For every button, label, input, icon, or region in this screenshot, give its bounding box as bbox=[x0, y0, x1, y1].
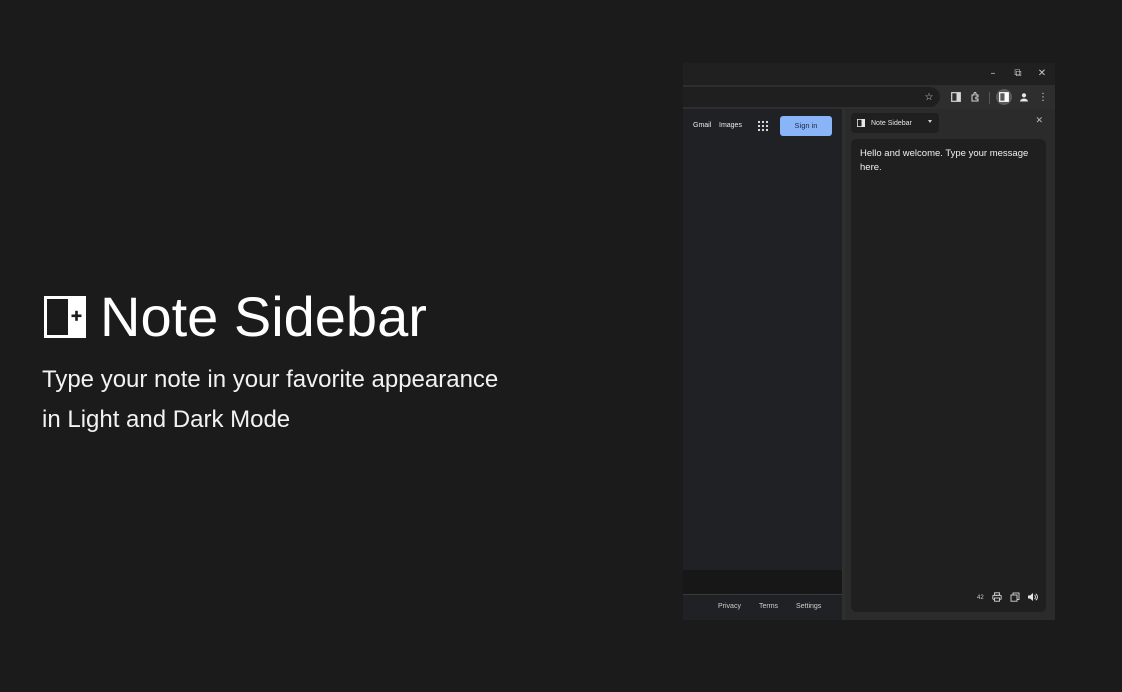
privacy-link[interactable]: Privacy bbox=[718, 603, 741, 610]
hero-subtitle: Type your note in your favorite appearan… bbox=[42, 360, 498, 440]
web-content: Gmail Images Sign in Privacy Terms Setti… bbox=[683, 109, 842, 620]
close-panel-icon[interactable]: ✕ bbox=[1035, 116, 1043, 126]
hero-title-text: Note Sidebar bbox=[100, 285, 427, 348]
speaker-icon[interactable] bbox=[1026, 591, 1038, 603]
apps-grid-icon[interactable] bbox=[757, 120, 769, 132]
title-bar: – ⧉ ✕ bbox=[683, 63, 1055, 85]
images-link[interactable]: Images bbox=[719, 122, 742, 129]
sign-in-button[interactable]: Sign in bbox=[780, 116, 832, 136]
hero-title: Note Sidebar bbox=[44, 286, 427, 348]
chevron-down-icon bbox=[928, 120, 932, 123]
terms-link[interactable]: Terms bbox=[759, 603, 778, 610]
character-count: 42 bbox=[977, 595, 984, 601]
restore-icon[interactable]: ⧉ bbox=[1010, 66, 1026, 82]
note-text[interactable]: Hello and welcome. Type your message her… bbox=[860, 147, 1040, 175]
footer-links-bar: Privacy Terms Settings bbox=[683, 594, 842, 620]
page-body bbox=[683, 145, 842, 570]
side-panel-active-icon[interactable] bbox=[996, 89, 1012, 105]
gmail-link[interactable]: Gmail bbox=[693, 122, 711, 129]
side-panel-selector[interactable]: Note Sidebar bbox=[851, 113, 939, 133]
copy-icon[interactable] bbox=[1009, 591, 1021, 603]
note-sidebar-logo-icon bbox=[44, 296, 86, 338]
side-panel-scrollbar[interactable] bbox=[1050, 139, 1053, 612]
hero-subtitle-line-2: in Light and Dark Mode bbox=[42, 406, 291, 433]
browser-window: – ⧉ ✕ ☆ ⋮ Gmail Images Sign in Privacy T… bbox=[683, 63, 1055, 620]
note-sidebar-small-icon bbox=[857, 119, 865, 127]
page-header: Gmail Images Sign in bbox=[683, 109, 842, 145]
note-editor[interactable]: Hello and welcome. Type your message her… bbox=[851, 139, 1046, 612]
side-panel-selector-label: Note Sidebar bbox=[871, 119, 912, 127]
toolbar-separator bbox=[989, 92, 990, 104]
footer-country-bar bbox=[683, 570, 842, 594]
star-icon[interactable]: ☆ bbox=[921, 89, 937, 105]
promo-page: Note Sidebar Type your note in your favo… bbox=[0, 0, 1122, 692]
close-window-icon[interactable]: ✕ bbox=[1034, 66, 1050, 82]
profile-icon[interactable] bbox=[1016, 89, 1032, 105]
hero-subtitle-line-1: Type your note in your favorite appearan… bbox=[42, 366, 499, 393]
side-panel-icon[interactable] bbox=[948, 89, 964, 105]
minimize-icon[interactable]: – bbox=[985, 66, 1001, 82]
address-bar[interactable] bbox=[683, 87, 940, 107]
more-icon[interactable]: ⋮ bbox=[1035, 89, 1051, 105]
extensions-icon[interactable] bbox=[967, 89, 983, 105]
side-panel: Note Sidebar ✕ Hello and welcome. Type y… bbox=[845, 109, 1055, 620]
print-icon[interactable] bbox=[991, 591, 1003, 603]
settings-link[interactable]: Settings bbox=[796, 603, 821, 610]
browser-toolbar: ☆ ⋮ bbox=[683, 85, 1055, 109]
